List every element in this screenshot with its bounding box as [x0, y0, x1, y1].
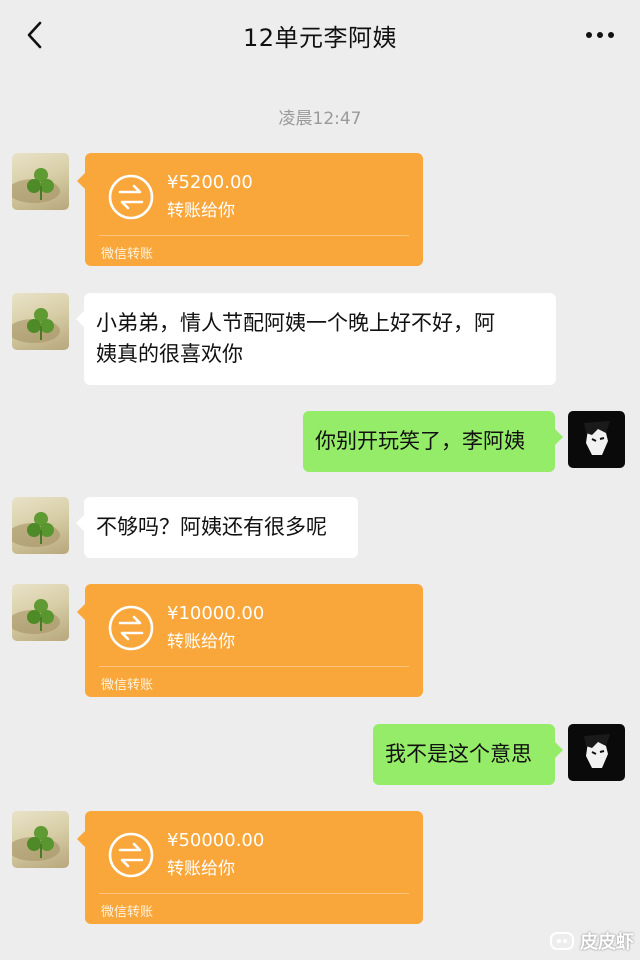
clover-icon — [12, 826, 60, 861]
clover-icon — [12, 168, 60, 203]
transfer-icon — [107, 173, 155, 221]
contact-avatar[interactable] — [12, 811, 69, 868]
watermark-text: 皮皮虾 — [580, 932, 634, 953]
message-text: 不够吗？阿姨还有很多呢 — [96, 515, 327, 539]
incoming-message-bubble[interactable]: 小弟弟，情人节配阿姨一个晚上好不好，阿 姨真的很喜欢你 — [76, 293, 556, 385]
chat-screen: 12单元李阿姨 凌晨12:47 ¥5200.00 转账给你 微信转账 小弟弟，情… — [0, 0, 640, 960]
clover-icon — [12, 308, 60, 343]
more-dots-icon — [586, 32, 592, 38]
anime-avatar-icon — [584, 421, 610, 455]
transfer-note: 转账给你 — [167, 859, 235, 879]
transfer-amount: ¥10000.00 — [167, 603, 265, 624]
chat-header: 12单元李阿姨 — [0, 0, 640, 70]
chevron-left-icon — [27, 21, 42, 49]
transfer-divider — [99, 893, 409, 894]
contact-avatar[interactable] — [12, 584, 69, 641]
anime-avatar-icon — [584, 734, 610, 768]
transfer-card[interactable]: ¥10000.00 转账给你 微信转账 — [77, 584, 423, 697]
shrimp-logo-icon — [550, 932, 574, 950]
message-line: 姨真的很喜欢你 — [96, 342, 243, 366]
transfer-amount: ¥5200.00 — [167, 172, 253, 193]
transfer-amount: ¥50000.00 — [167, 830, 265, 851]
transfer-footer: 微信转账 — [101, 678, 154, 693]
message-text: 你别开玩笑了，李阿姨 — [315, 429, 525, 453]
more-dot — [608, 32, 614, 38]
transfer-note: 转账给你 — [167, 632, 235, 652]
chat-title: 12单元李阿姨 — [242, 23, 398, 52]
contact-avatar[interactable] — [12, 497, 69, 554]
clover-icon — [12, 512, 60, 547]
more-button[interactable] — [582, 22, 618, 48]
watermark: 皮皮虾 — [550, 928, 634, 954]
contact-avatar[interactable] — [12, 293, 69, 350]
transfer-note: 转账给你 — [167, 201, 235, 221]
message-line: 小弟弟，情人节配阿姨一个晚上好不好，阿 — [96, 311, 495, 335]
more-dot — [597, 32, 603, 38]
transfer-icon — [107, 604, 155, 652]
clover-icon — [12, 599, 60, 634]
outgoing-message-bubble[interactable]: 你别开玩笑了，李阿姨 — [303, 411, 563, 472]
back-button[interactable] — [20, 18, 50, 52]
transfer-divider — [99, 235, 409, 236]
transfer-footer: 微信转账 — [101, 905, 154, 920]
transfer-divider — [99, 666, 409, 667]
user-avatar[interactable] — [568, 724, 625, 781]
outgoing-message-bubble[interactable]: 我不是这个意思 — [373, 724, 563, 785]
transfer-card[interactable]: ¥50000.00 转账给你 微信转账 — [77, 811, 423, 924]
transfer-card[interactable]: ¥5200.00 转账给你 微信转账 — [77, 153, 423, 266]
contact-avatar[interactable] — [12, 153, 69, 210]
transfer-icon — [107, 831, 155, 879]
message-text: 我不是这个意思 — [385, 742, 532, 766]
message-timestamp: 凌晨12:47 — [278, 109, 362, 129]
incoming-message-bubble[interactable]: 不够吗？阿姨还有很多呢 — [76, 497, 358, 558]
user-avatar[interactable] — [568, 411, 625, 468]
transfer-footer: 微信转账 — [101, 247, 154, 262]
